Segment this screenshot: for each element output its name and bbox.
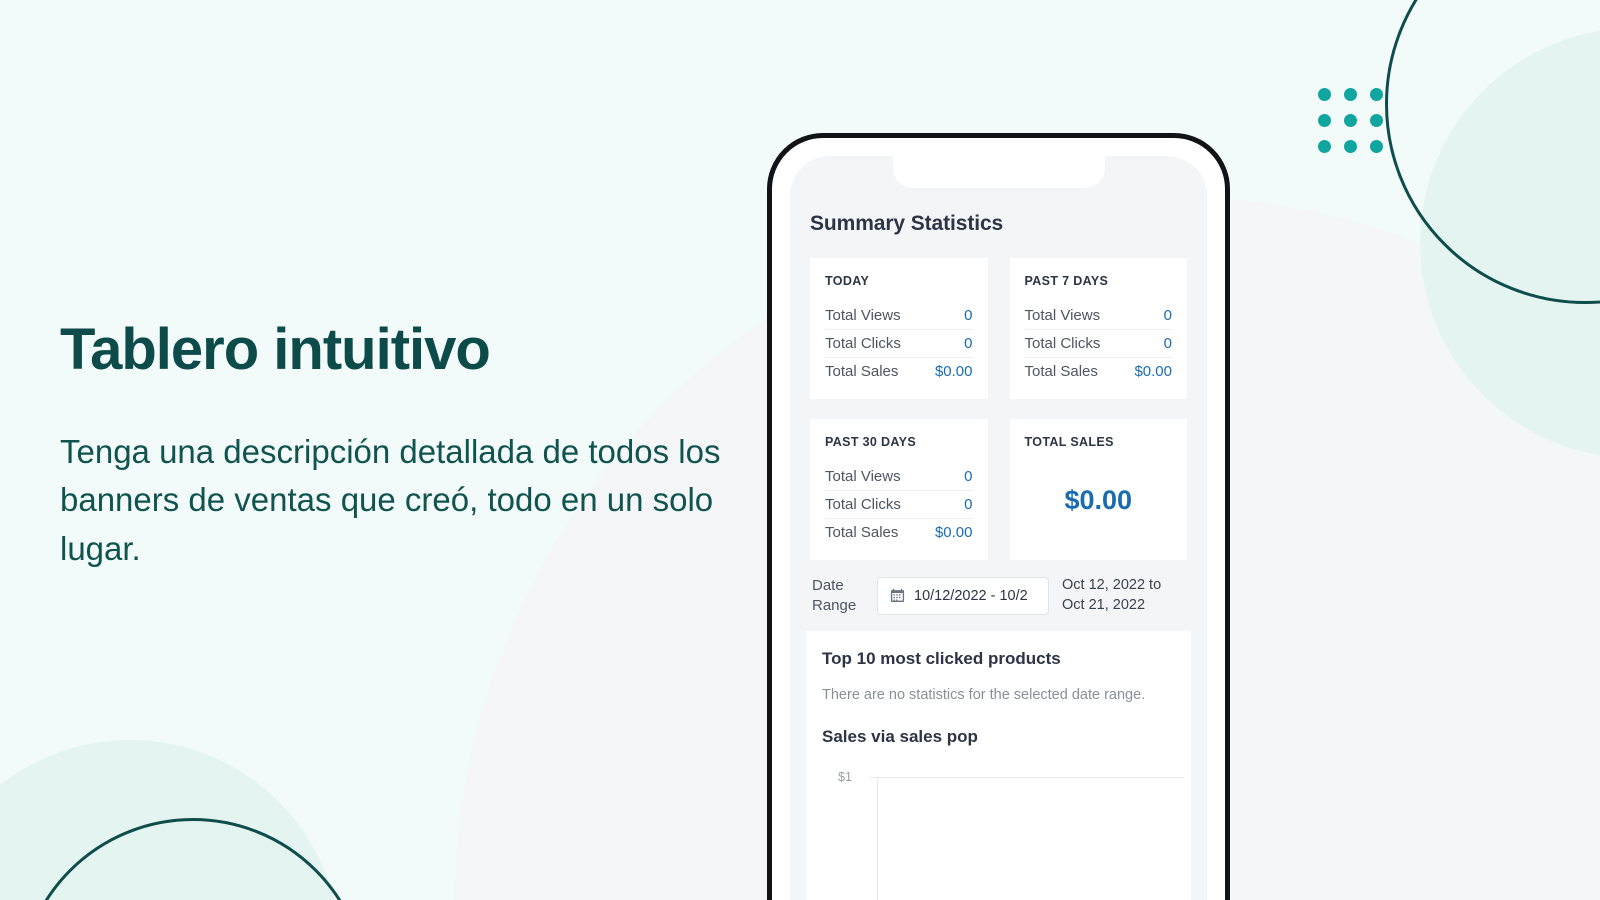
top-products-empty-message: There are no statistics for the selected…: [822, 687, 1146, 703]
reports-panel: Top 10 most clicked products There are n…: [806, 631, 1191, 900]
date-range-label: Date Range: [812, 577, 857, 614]
stat-value: 0: [964, 468, 973, 485]
chart-y-tick-label: $1: [838, 770, 852, 784]
stat-card-past-7-days: PAST 7 DAYS Total Views 0 Total Clicks 0…: [1009, 258, 1187, 399]
stat-label: Total Views: [825, 468, 901, 485]
stat-card-today: TODAY Total Views 0 Total Clicks 0 Total…: [810, 258, 988, 399]
total-sales-amount: $0.00: [1064, 485, 1133, 515]
stat-value: 0: [964, 496, 973, 513]
stat-value: $0.00: [934, 524, 973, 541]
stat-row: Total Sales $0.00: [825, 519, 973, 546]
stat-card-total-sales: TOTAL SALES $0.00: [1009, 419, 1187, 560]
stat-value: 0: [964, 307, 973, 324]
stat-label: Total Clicks: [825, 496, 901, 513]
stat-value: 0: [964, 335, 973, 352]
stat-label: Total Clicks: [1024, 335, 1101, 352]
stat-label: Total Views: [1024, 307, 1101, 324]
stat-card-heading: TODAY: [825, 274, 870, 288]
top-products-title: Top 10 most clicked products: [822, 649, 1061, 668]
stat-value: $0.00: [934, 363, 973, 380]
stat-label: Total Clicks: [825, 335, 901, 352]
sales-chart-title: Sales via sales pop: [822, 727, 978, 746]
stat-value: 0: [1163, 335, 1172, 352]
stat-label: Total Sales: [1024, 363, 1098, 380]
chart-gridline: [870, 777, 1185, 778]
stat-card-past-30-days: PAST 30 DAYS Total Views 0 Total Clicks …: [810, 419, 988, 560]
sales-chart: $1: [822, 770, 1185, 900]
summary-statistics-heading: Summary Statistics: [810, 212, 1004, 235]
page-subtitle: Tenga una descripción detallada de todos…: [60, 432, 721, 567]
marketing-copy: Tablero intuitivo Tenga una descripción …: [60, 318, 750, 573]
stat-card-heading: TOTAL SALES: [1024, 435, 1114, 449]
stat-row: Total Clicks 0: [1024, 330, 1172, 358]
stat-label: Total Views: [825, 307, 901, 324]
stat-row: Total Clicks 0: [825, 491, 973, 519]
stat-label: Total Sales: [825, 524, 899, 541]
stat-value: 0: [1163, 307, 1172, 324]
stat-card-grid: TODAY Total Views 0 Total Clicks 0 Total…: [810, 258, 1187, 560]
date-range-value: 10/12/2022 - 10/2: [914, 587, 1028, 604]
phone-mockup: Summary Statistics TODAY Total Views 0 T…: [767, 133, 1230, 900]
stat-row: Total Sales $0.00: [825, 358, 973, 385]
date-range-input[interactable]: 10/12/2022 - 10/2: [877, 576, 1049, 615]
date-range-row: Date Range 10/12/2022 - 10/2 Oct 12, 202…: [810, 560, 1187, 631]
stat-card-heading: PAST 7 DAYS: [1024, 274, 1109, 288]
stat-row: Total Sales $0.00: [1025, 358, 1173, 385]
stat-row: Total Views 0: [1024, 302, 1172, 330]
stat-row: Total Views 0: [825, 302, 973, 330]
dot-grid-icon: [1318, 88, 1383, 153]
chart-y-axis: [877, 777, 878, 900]
phone-notch: [892, 156, 1105, 188]
phone-screen: Summary Statistics TODAY Total Views 0 T…: [790, 156, 1207, 900]
calendar-icon: [890, 588, 905, 602]
stat-row: Total Clicks 0: [825, 330, 973, 358]
date-range-resolved-text: Oct 12, 2022 to Oct 21, 2022: [1062, 577, 1162, 613]
stat-row: Total Views 0: [825, 463, 973, 491]
stat-label: Total Sales: [825, 363, 899, 380]
stat-card-heading: PAST 30 DAYS: [825, 435, 917, 449]
page-title: Tablero intuitivo: [60, 317, 491, 382]
stat-value: $0.00: [1134, 363, 1172, 380]
promo-slide: Tablero intuitivo Tenga una descripción …: [0, 0, 1600, 900]
